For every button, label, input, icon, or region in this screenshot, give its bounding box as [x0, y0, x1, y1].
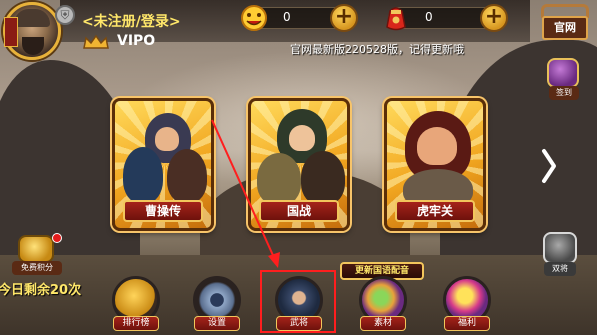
shield-icon[interactable]: ⛨ [55, 5, 75, 25]
dual-general-label: 双将 [544, 262, 576, 276]
settings-button[interactable]: 设置 [190, 276, 244, 332]
free-points-label: 免费积分 [12, 261, 62, 275]
welfare-label: 福利 [444, 316, 490, 331]
sign-in-button[interactable]: 签到 [543, 58, 583, 100]
hero-face [155, 127, 179, 151]
avatar-beard [22, 37, 44, 55]
welfare-button[interactable]: 福利 [440, 276, 494, 332]
hero-figure [167, 149, 207, 203]
material-label: 素材 [360, 316, 406, 331]
settings-label: 设置 [194, 316, 240, 331]
official-site-button[interactable]: 官网 [537, 2, 591, 44]
mode-label: 虎牢关 [395, 200, 475, 222]
ranking-label: 排行榜 [113, 316, 159, 331]
ranking-button[interactable]: 排行榜 [109, 276, 163, 332]
crown-icon [83, 34, 109, 49]
vip-level[interactable]: VIPO [117, 33, 155, 49]
dual-swords-icon [543, 232, 577, 264]
hero-figure [257, 153, 301, 205]
gold-coins-icon [18, 235, 54, 263]
official-site-label: 官网 [542, 16, 588, 40]
notification-dot [52, 233, 62, 243]
gold-face-icon [241, 5, 267, 31]
dual-general-button[interactable]: 双将 [540, 232, 580, 276]
red-pouch-icon [386, 7, 406, 31]
game-scene: ⛨ <未注册/登录> VIPO 0 + 0 + 官网最新版220528版，记得更… [0, 0, 597, 335]
mode-card-hulaoguan[interactable]: 虎牢关 [384, 98, 486, 231]
hero-face [417, 127, 457, 165]
highlight-box [260, 270, 336, 333]
avatar-helmet [14, 9, 50, 27]
update-notice: 官网最新版220528版，记得更新哦 [290, 43, 464, 56]
add-coin-button[interactable]: + [330, 4, 358, 32]
chevron-right-icon[interactable] [541, 148, 557, 184]
free-points-button[interactable]: 免费积分 [12, 233, 62, 277]
sign-in-label: 签到 [549, 86, 579, 100]
gift-value: 0 [425, 10, 433, 24]
remaining-count: 今日剩余20次 [0, 283, 82, 298]
avatar-tag [4, 17, 18, 47]
material-button[interactable]: 素材 [356, 276, 410, 332]
coin-value: 0 [283, 10, 291, 24]
mode-label: 曹操传 [123, 200, 203, 222]
player-avatar[interactable] [3, 2, 61, 60]
mode-card-guozhan[interactable]: 国战 [248, 98, 350, 231]
hero-face [289, 125, 315, 151]
mode-label: 国战 [259, 200, 339, 222]
hero-figure [123, 147, 163, 203]
gift-box-icon [547, 58, 579, 88]
add-gift-button[interactable]: + [480, 4, 508, 32]
login-link[interactable]: <未注册/登录> [82, 11, 181, 31]
mode-card-caocao[interactable]: 曹操传 [112, 98, 214, 231]
hero-figure [301, 151, 345, 205]
